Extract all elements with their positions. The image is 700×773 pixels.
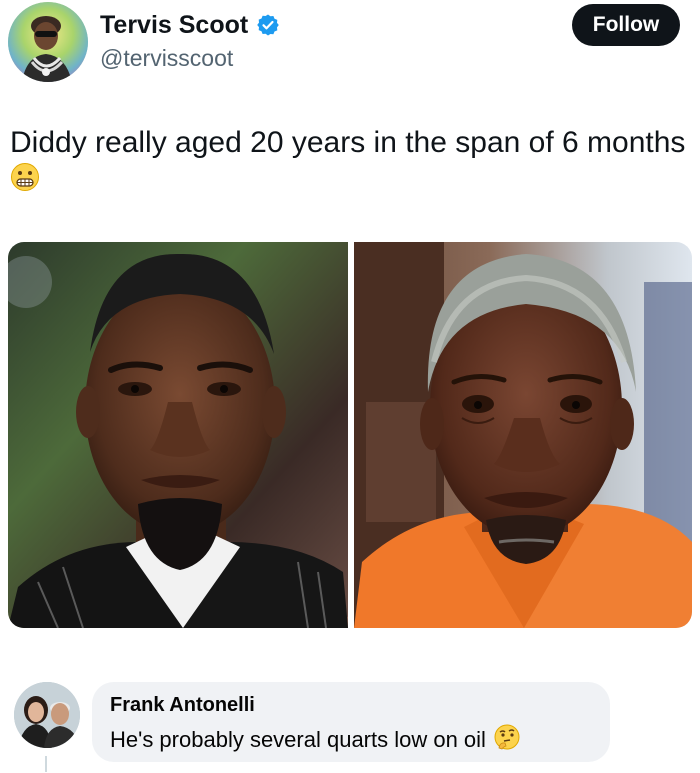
author-avatar-image <box>8 2 88 82</box>
reply-text-row: He's probably several quarts low on oil <box>110 724 520 756</box>
author-name-row: Tervis Scoot <box>100 10 280 40</box>
author-avatar[interactable] <box>8 2 88 82</box>
reply-comment: Frank Antonelli He's probably several qu… <box>0 670 700 773</box>
reply-author-avatar[interactable] <box>14 682 80 748</box>
grimacing-face-emoji-icon <box>10 162 40 202</box>
tweet-text: Diddy really aged 20 years in the span o… <box>10 126 686 159</box>
follow-button[interactable]: Follow <box>572 4 680 46</box>
tweet-media[interactable] <box>8 242 692 628</box>
author-handle[interactable]: @tervisscoot <box>100 45 233 72</box>
after-photo[interactable] <box>354 242 692 628</box>
thread-line <box>45 756 47 772</box>
reply-author-name[interactable]: Frank Antonelli <box>110 694 255 717</box>
tweet-header: Tervis Scoot @tervisscoot Follow <box>0 0 700 100</box>
reply-bubble[interactable]: Frank Antonelli He's probably several qu… <box>92 682 610 762</box>
verified-badge-icon <box>256 13 280 37</box>
tweet-text-block: Diddy really aged 20 years in the span o… <box>10 124 690 202</box>
thinking-face-emoji-icon <box>494 724 520 756</box>
reply-avatar-image <box>14 682 80 748</box>
reply-text: He's probably several quarts low on oil <box>110 727 486 752</box>
author-name[interactable]: Tervis Scoot <box>100 11 248 40</box>
before-photo[interactable] <box>8 242 348 628</box>
